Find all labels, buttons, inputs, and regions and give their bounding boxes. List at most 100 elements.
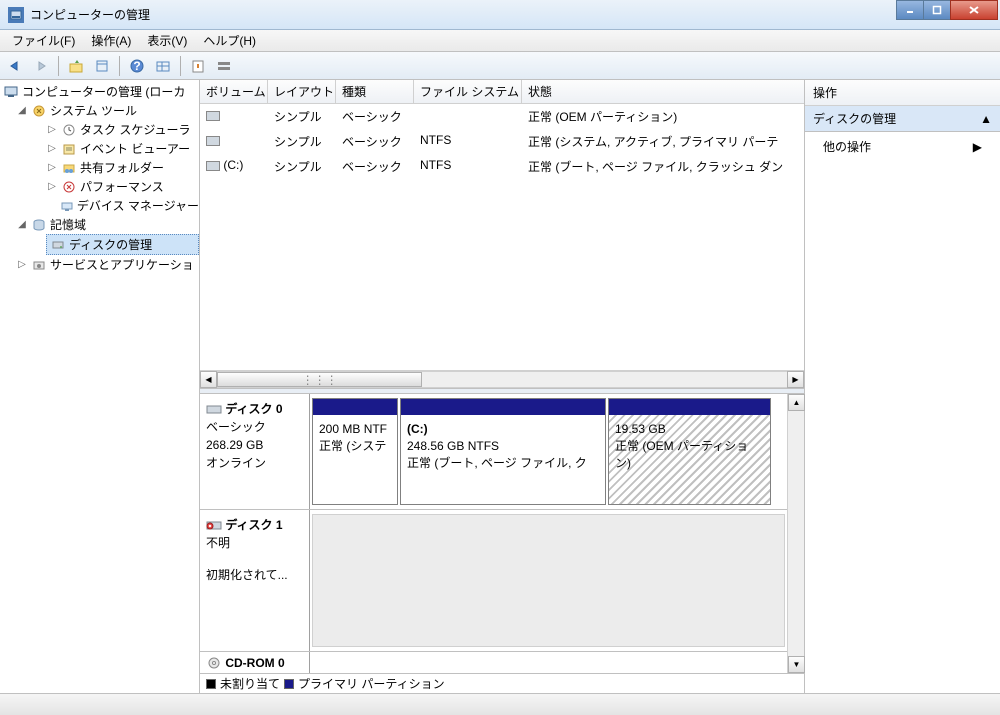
partition-0[interactable]: 200 MB NTF 正常 (システ — [312, 398, 398, 505]
actions-item-label: 他の操作 — [823, 138, 871, 155]
partition-1[interactable]: (C:) 248.56 GB NTFS 正常 (ブート, ページ ファイル, ク — [400, 398, 606, 505]
forward-button[interactable] — [30, 55, 52, 77]
cell-type: ベーシック — [336, 131, 414, 152]
partition-size: 19.53 GB — [615, 421, 764, 438]
col-layout[interactable]: レイアウト — [268, 80, 336, 103]
menu-file[interactable]: ファイル(F) — [4, 30, 83, 51]
menu-action[interactable]: 操作(A) — [83, 30, 139, 51]
scroll-track[interactable]: ⋮⋮⋮ — [217, 371, 787, 388]
tree-label: パフォーマンス — [80, 178, 164, 195]
partition-header-primary — [401, 399, 605, 415]
tree-panel: コンピューターの管理 (ローカ ◢ システム ツール ▷ タスク スケジューラ … — [0, 80, 200, 693]
close-button[interactable] — [950, 0, 998, 20]
volume-row[interactable]: シンプル ベーシック NTFS 正常 (システム, アクティブ, プライマリ パ… — [200, 129, 804, 154]
tree-disk-management[interactable]: ディスクの管理 — [46, 234, 199, 255]
center-panel: ボリューム レイアウト 種類 ファイル システム 状態 シンプル ベーシック 正… — [200, 80, 805, 693]
col-volume[interactable]: ボリューム — [200, 80, 268, 103]
maximize-button[interactable] — [923, 0, 951, 20]
col-type[interactable]: 種類 — [336, 80, 414, 103]
tree-shared-folders[interactable]: ▷ 共有フォルダー — [46, 158, 199, 177]
title-bar: コンピューターの管理 — [0, 0, 1000, 30]
cell-volume: (C:) — [200, 156, 268, 177]
scroll-right-button[interactable]: ▶ — [787, 371, 804, 388]
actions-group-disk-mgmt[interactable]: ディスクの管理 ▲ — [805, 106, 1000, 132]
scroll-up-button[interactable]: ▲ — [788, 394, 805, 411]
cell-fs: NTFS — [414, 156, 522, 177]
tree-label: コンピューターの管理 (ローカ — [22, 83, 185, 100]
expand-icon[interactable]: ▷ — [46, 143, 58, 154]
tree-event-viewer[interactable]: ▷ イベント ビューアー — [46, 139, 199, 158]
disk-status: 初期化されて... — [206, 566, 303, 584]
disk-status: オンライン — [206, 454, 303, 472]
folder-up-icon[interactable] — [65, 55, 87, 77]
volume-row[interactable]: シンプル ベーシック 正常 (OEM パーティション) — [200, 104, 804, 129]
col-status[interactable]: 状態 — [522, 80, 804, 103]
tree-task-scheduler[interactable]: ▷ タスク スケジューラ — [46, 120, 199, 139]
cell-status: 正常 (ブート, ページ ファイル, クラッシュ ダン — [522, 156, 804, 177]
cell-fs — [414, 106, 522, 127]
cell-volume — [200, 131, 268, 152]
partition-2[interactable]: 19.53 GB 正常 (OEM パーティション) — [608, 398, 771, 505]
collapse-arrow-icon: ▲ — [980, 112, 992, 126]
tree-label: イベント ビューアー — [80, 140, 190, 157]
partition-label: (C:) — [407, 421, 599, 438]
legend-swatch-primary — [284, 679, 294, 689]
properties-icon[interactable] — [91, 55, 113, 77]
menu-view[interactable]: 表示(V) — [139, 30, 195, 51]
storage-icon — [31, 217, 47, 233]
col-filesystem[interactable]: ファイル システム — [414, 80, 522, 103]
computer-icon — [3, 84, 19, 100]
submenu-arrow-icon: ▶ — [973, 140, 982, 154]
window-controls — [897, 0, 998, 20]
menu-help[interactable]: ヘルプ(H) — [195, 30, 264, 51]
collapse-icon[interactable]: ◢ — [16, 105, 28, 116]
expand-icon[interactable]: ▷ — [16, 259, 28, 270]
disk-list-icon[interactable] — [213, 55, 235, 77]
volume-list: ボリューム レイアウト 種類 ファイル システム 状態 シンプル ベーシック 正… — [200, 80, 804, 370]
uninitialized-area[interactable] — [312, 514, 785, 647]
horizontal-scrollbar[interactable]: ◀ ⋮⋮⋮ ▶ — [200, 370, 804, 388]
help-icon[interactable]: ? — [126, 55, 148, 77]
refresh-icon[interactable] — [187, 55, 209, 77]
partition-header-primary — [313, 399, 397, 415]
tree-root[interactable]: コンピューターの管理 (ローカ — [0, 82, 199, 101]
toolbar: ? — [0, 52, 1000, 80]
tree-storage[interactable]: ◢ 記憶域 — [16, 215, 199, 234]
scroll-thumb[interactable]: ⋮⋮⋮ — [217, 372, 422, 387]
view-icon[interactable] — [152, 55, 174, 77]
tree-device-manager[interactable]: デバイス マネージャー — [46, 196, 199, 215]
actions-other[interactable]: 他の操作 ▶ — [805, 132, 1000, 161]
disk-1-row[interactable]: ディスク 1 不明 初期化されて... — [200, 509, 787, 651]
disk-0-row[interactable]: ディスク 0 ベーシック 268.29 GB オンライン 200 MB NTF … — [200, 394, 787, 509]
expand-icon[interactable]: ▷ — [46, 162, 58, 173]
toolbar-separator — [119, 56, 120, 76]
back-button[interactable] — [4, 55, 26, 77]
disk-1-partitions — [310, 510, 787, 651]
actions-panel: 操作 ディスクの管理 ▲ 他の操作 ▶ — [805, 80, 1000, 693]
tree-label: サービスとアプリケーショ — [50, 256, 194, 273]
app-icon — [8, 7, 24, 23]
tree-performance[interactable]: ▷ パフォーマンス — [46, 177, 199, 196]
cell-status: 正常 (OEM パーティション) — [522, 106, 804, 127]
expand-icon[interactable]: ▷ — [46, 181, 58, 192]
tools-icon — [31, 103, 47, 119]
volume-row[interactable]: (C:) シンプル ベーシック NTFS 正常 (ブート, ページ ファイル, … — [200, 154, 804, 179]
clock-icon — [61, 122, 77, 138]
scroll-down-button[interactable]: ▼ — [788, 656, 805, 673]
legend-label-primary: プライマリ パーティション — [298, 675, 445, 692]
scroll-left-button[interactable]: ◀ — [200, 371, 217, 388]
menu-bar: ファイル(F) 操作(A) 表示(V) ヘルプ(H) — [0, 30, 1000, 52]
tree-label: ディスクの管理 — [69, 236, 152, 253]
cell-layout: シンプル — [268, 131, 336, 152]
expand-icon[interactable]: ▷ — [46, 124, 58, 135]
tree-system-tools[interactable]: ◢ システム ツール — [16, 101, 199, 120]
vertical-scrollbar[interactable]: ▲ ▼ — [787, 394, 804, 673]
partition-status: 正常 (OEM パーティション) — [615, 438, 764, 472]
window-title: コンピューターの管理 — [30, 6, 897, 23]
collapse-icon[interactable]: ◢ — [16, 219, 28, 230]
minimize-button[interactable] — [896, 0, 924, 20]
cdrom-row[interactable]: CD-ROM 0 — [200, 651, 787, 673]
status-bar — [0, 693, 1000, 715]
tree-services-apps[interactable]: ▷ サービスとアプリケーショ — [16, 255, 199, 274]
scroll-track[interactable] — [788, 411, 804, 656]
